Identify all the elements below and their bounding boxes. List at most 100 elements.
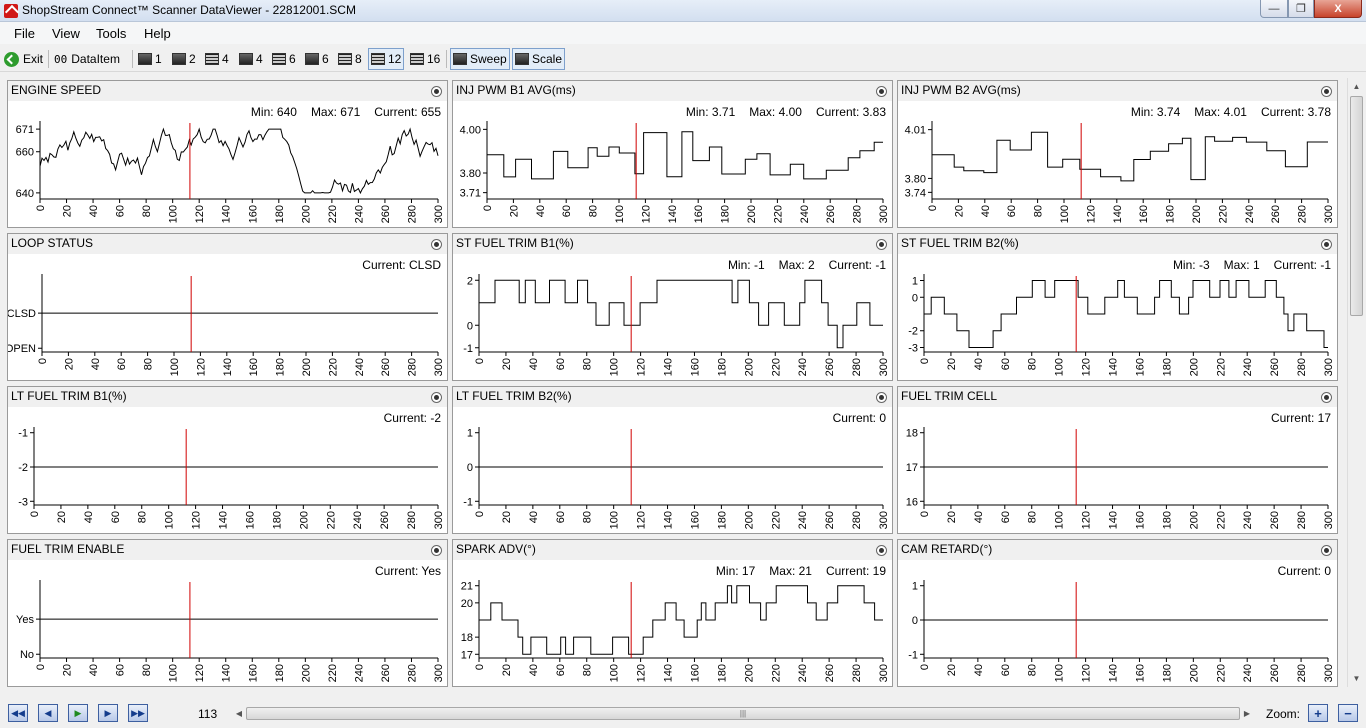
close-button[interactable]: X [1314,0,1362,18]
x-tick-label: 40 [980,205,992,217]
x-tick-label: 200 [301,358,313,376]
layout-2-button[interactable]: 2 [170,48,198,70]
menu-file[interactable]: File [14,26,35,41]
layout-8-button[interactable]: 8 [336,48,364,70]
previous-frame-button[interactable]: ◀ [38,704,58,722]
exit-icon [4,51,19,67]
first-frame-button[interactable]: ◀◀ [8,704,28,722]
x-tick-label: 60 [1000,511,1012,523]
x-tick-label: 260 [1269,664,1281,682]
graph-chart: 4.01 3.80 3.740 20 40 60 80 100 120 140 160 180 200 2… [905,121,1335,223]
x-tick-label: 60 [555,511,567,523]
frame-scrollbar[interactable]: ◀ ||| ▶ [232,705,1254,722]
y-tick-label: 4.01 [905,125,926,137]
y-tick-label: -2 [18,462,28,474]
x-tick-label: 0 [35,664,47,670]
x-tick-label: 80 [1027,358,1039,370]
menu-help[interactable]: Help [144,26,171,41]
x-tick-label: 160 [1134,358,1146,376]
x-tick-label: 220 [772,205,784,223]
scroll-left-icon[interactable]: ◀ [232,705,246,722]
x-tick-label: 0 [927,205,939,211]
graph-panel-lt-fuel-trim-b2[interactable]: LT FUEL TRIM B2(%) Current: 0 1 0 -1 0 20 40 60 8… [452,386,893,534]
x-tick-label: 40 [973,358,985,370]
zoom-in-button[interactable]: + [1308,704,1328,722]
graph-chart: 671 660 6400 20 40 60 80 100 120 140 160 180 200 220 2… [16,121,445,223]
graph-panel-inj-pwm-b2-avg-ms[interactable]: INJ PWM B2 AVG(ms) Min: 3.74 Max: 4.01 Curr… [897,80,1338,228]
x-tick-label: 80 [588,205,600,217]
scale-icon [515,53,529,65]
graph-panel-engine-speed[interactable]: ENGINE SPEED Min: 640 Max: 671 Current: 655… [7,80,448,228]
graph-panel-st-fuel-trim-b1[interactable]: ST FUEL TRIM B1(%) Min: -1 Max: 2 Current: … [452,233,893,381]
x-tick-label: 200 [746,205,758,223]
graph-panel-loop-status[interactable]: LOOP STATUS Current: CLSD CLSD OPEN 0 20 40 60 8… [7,233,448,381]
y-tick-label: 0 [467,320,473,332]
menu-view[interactable]: View [52,26,80,41]
graph-panel-fuel-trim-cell[interactable]: FUEL TRIM CELL Current: 17 18 17 16 0 20 40 60 80… [897,386,1338,534]
x-tick-label: 260 [379,511,391,529]
graph-panel-st-fuel-trim-b2[interactable]: ST FUEL TRIM B2(%) Min: -3 Max: 1 Current: … [897,233,1338,381]
sweep-label: Sweep [470,52,507,66]
x-tick-label: 240 [1244,205,1256,223]
x-tick-label: 280 [852,205,864,223]
frame-scroll-thumb[interactable]: ||| [246,707,1240,720]
scroll-up-icon[interactable]: ▲ [1348,78,1365,95]
x-tick-label: 60 [555,664,567,676]
series-line [39,127,439,195]
layout-4b-button[interactable]: 4 [237,48,265,70]
scroll-right-icon[interactable]: ▶ [1240,705,1254,722]
layout-6-button[interactable]: 6 [270,48,298,70]
sweep-button[interactable]: Sweep [450,48,510,70]
x-tick-label: 180 [716,358,728,376]
graph-panel-fuel-trim-enable[interactable]: FUEL TRIM ENABLE Current: Yes Yes No 0 20 40 60… [7,539,448,687]
layout-1-button[interactable]: 1 [136,48,164,70]
graph-panel-spark-adv[interactable]: SPARK ADV(°) Min: 17 Max: 21 Current: 19 21 2… [452,539,893,687]
dataitem-button[interactable]: 00 DataItem [52,48,122,70]
x-tick-label: 0 [919,358,931,364]
last-frame-button[interactable]: ▶▶ [128,704,148,722]
y-tick-label: No [20,649,34,661]
next-frame-icon: ▶ [104,707,112,718]
toolbar: Exit 00 DataItem 1 2 4 4 6 6 8 12 16 Swe… [0,46,1366,72]
scale-button[interactable]: Scale [512,48,566,70]
graph-panel-lt-fuel-trim-b1[interactable]: LT FUEL TRIM B1(%) Current: -2 -1 -2 -3 0 20 40… [7,386,448,534]
graph-chart: 10-2-30 20 40 60 80 100 120 140 160 180 200 220 240 2… [908,274,1335,376]
x-tick-label: 80 [141,205,153,217]
layout-12-button[interactable]: 12 [368,48,405,70]
layout-16-button[interactable]: 16 [408,48,442,70]
x-tick-label: 60 [1000,664,1012,676]
layout-6b-button[interactable]: 6 [303,48,331,70]
x-tick-label: 240 [1242,664,1254,682]
graph-chart: Yes No0 20 40 60 80 100 120 140 160 180 200 220 240 26… [16,580,445,682]
play-button[interactable]: ▶ [68,704,88,722]
graph-panel-cam-retard[interactable]: CAM RETARD(°) Current: 0 1 0 -1 0 20 40 60 80 100 1… [897,539,1338,687]
x-tick-label: 100 [1054,358,1066,376]
vertical-scrollbar[interactable]: ▲ ▼ [1347,78,1364,687]
x-tick-label: 100 [1059,205,1071,223]
x-tick-label: 140 [222,358,234,376]
window-title: ShopStream Connect™ Scanner DataViewer -… [22,3,356,17]
graph-panel-inj-pwm-b1-avg-ms[interactable]: INJ PWM B1 AVG(ms) Min: 3.71 Max: 4.00 Curr… [452,80,893,228]
exit-button[interactable]: Exit [2,48,45,70]
zoom-out-button[interactable]: − [1338,704,1358,722]
x-tick-label: 280 [851,511,863,529]
x-tick-label: 120 [1085,205,1097,223]
maximize-button[interactable]: ❐ [1288,0,1314,18]
layout-4-button[interactable]: 4 [203,48,231,70]
y-tick-label: Yes [16,614,34,626]
x-tick-label: 260 [825,205,837,223]
minimize-button[interactable]: — [1260,0,1288,18]
menu-tools[interactable]: Tools [96,26,126,41]
previous-frame-icon: ◀ [44,707,52,718]
x-tick-label: 60 [1000,358,1012,370]
next-frame-button[interactable]: ▶ [98,704,118,722]
x-tick-label: 20 [62,664,74,676]
graph-chart: CLSD OPEN0 20 40 60 80 100 120 140 160 180 200 220 24… [8,274,445,376]
y-tick-label: 0 [467,462,473,474]
scroll-down-icon[interactable]: ▼ [1348,670,1365,687]
layout-6-label: 6 [289,52,296,66]
x-tick-label: 220 [770,358,782,376]
x-tick-label: 20 [56,511,68,523]
vertical-scroll-thumb[interactable] [1350,96,1363,316]
x-tick-label: 160 [247,205,259,223]
